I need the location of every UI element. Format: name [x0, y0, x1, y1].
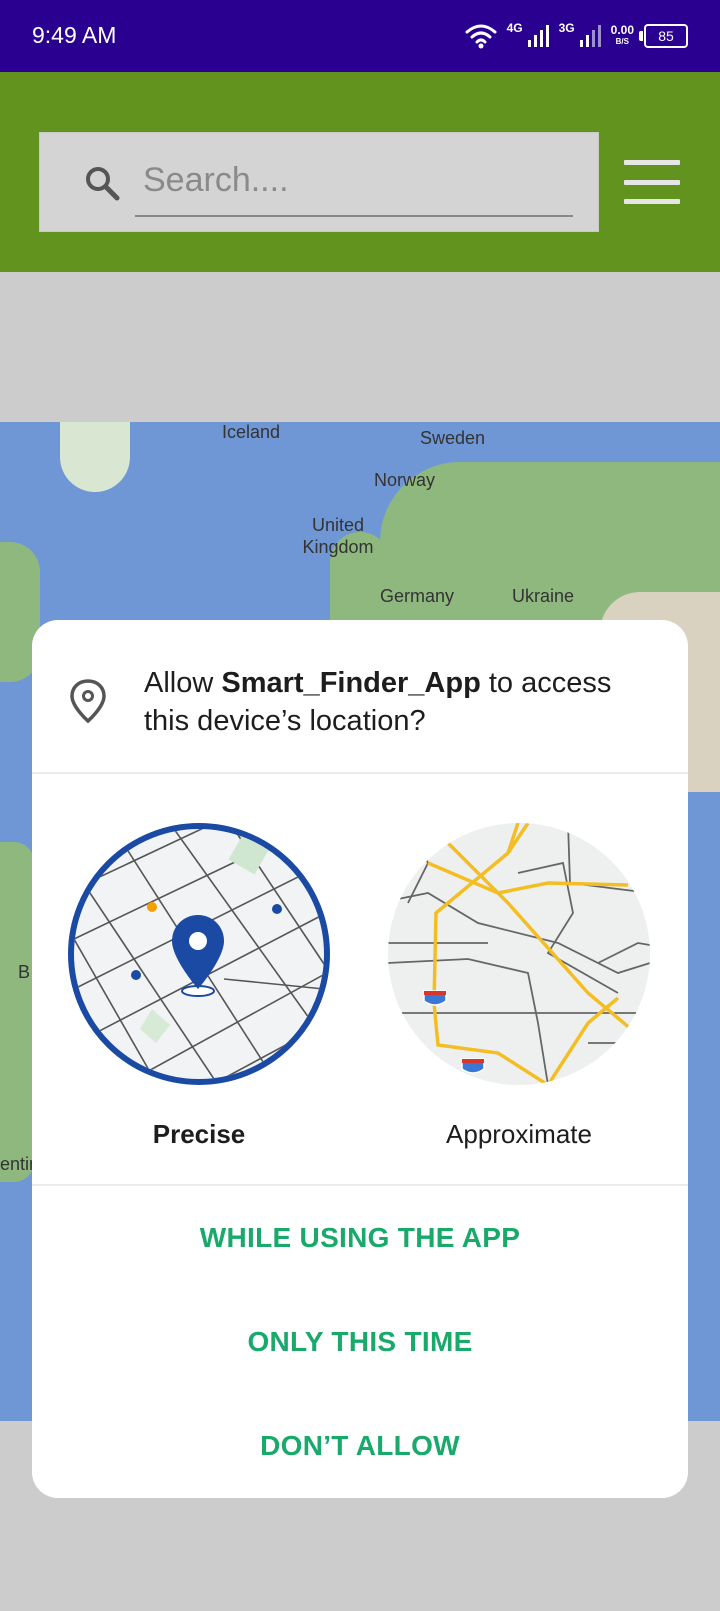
- battery-icon: 85: [639, 24, 688, 48]
- status-bar: 9:49 AM 4G 3G 0.00 B/S 85: [0, 0, 720, 72]
- while-using-app-button[interactable]: WHILE USING THE APP: [32, 1198, 688, 1278]
- dialog-title: Allow Smart_Finder_App to access this de…: [144, 664, 664, 740]
- speed-unit: B/S: [615, 37, 629, 46]
- map-label-norway: Norway: [374, 470, 436, 490]
- option-label-approximate: Approximate: [446, 1119, 592, 1149]
- network-type-1: 4G: [506, 21, 523, 35]
- status-icons: 4G 3G 0.00 B/S 85: [465, 20, 688, 52]
- battery-level: 85: [658, 28, 674, 44]
- location-pin-icon: [70, 679, 106, 724]
- search-icon: [86, 167, 120, 201]
- network-type-2: 3G: [558, 21, 575, 35]
- map-label-uk: United Kingdom: [302, 515, 374, 557]
- map-label-b: B: [18, 962, 31, 982]
- signal-icon: [527, 25, 549, 47]
- network-speed: 0.00 B/S: [610, 23, 634, 47]
- option-precise[interactable]: Precise: [68, 823, 330, 1183]
- approximate-map-graphic: [388, 823, 650, 1085]
- signal-weak-icon: [579, 25, 601, 47]
- search-box[interactable]: [39, 132, 599, 232]
- app-bar: [0, 72, 720, 272]
- search-input[interactable]: [135, 145, 573, 217]
- precise-map-graphic: [74, 829, 324, 1079]
- title-prefix: Allow: [144, 667, 222, 699]
- map-label-germany: Germany: [380, 586, 455, 606]
- location-permission-dialog: Allow Smart_Finder_App to access this de…: [32, 620, 688, 1498]
- map-label-ukraine: Ukraine: [512, 586, 575, 606]
- speed-value: 0.00: [610, 23, 634, 37]
- approximate-map-illustration: [388, 823, 650, 1085]
- only-this-time-button[interactable]: ONLY THIS TIME: [32, 1302, 688, 1382]
- menu-icon[interactable]: [624, 160, 680, 204]
- app-name: Smart_Finder_App: [221, 667, 481, 699]
- precise-map-illustration: [68, 823, 330, 1085]
- divider-bottom: [32, 1184, 688, 1186]
- divider-top: [32, 772, 688, 774]
- map-label-iceland: Iceland: [222, 422, 281, 442]
- option-label-precise: Precise: [152, 1119, 246, 1149]
- wifi-icon: [465, 24, 497, 49]
- dont-allow-button[interactable]: DON’T ALLOW: [32, 1406, 688, 1486]
- map-label-sweden: Sweden: [420, 428, 486, 448]
- dialog-header: Allow Smart_Finder_App to access this de…: [32, 620, 688, 772]
- option-approximate[interactable]: Approximate: [388, 823, 650, 1183]
- status-time: 9:49 AM: [32, 22, 117, 48]
